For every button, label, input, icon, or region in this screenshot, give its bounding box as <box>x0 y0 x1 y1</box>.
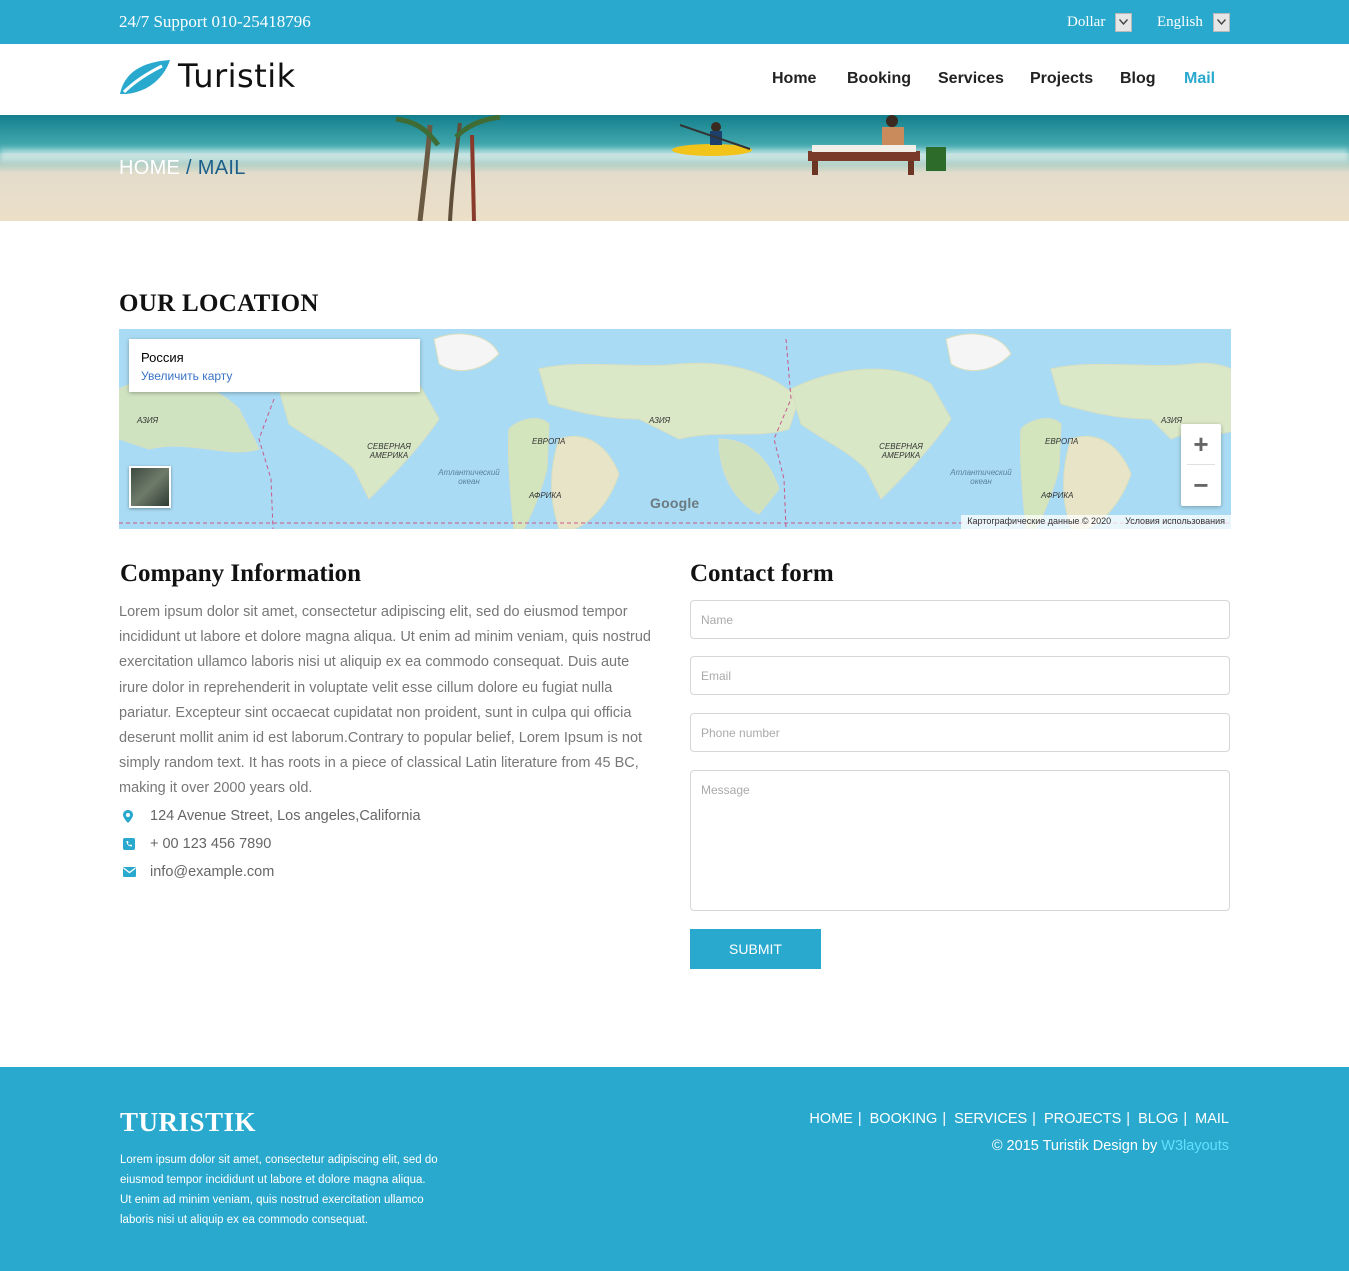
map-marker-icon <box>119 809 150 823</box>
map-terms-link[interactable]: Условия использования <box>1125 516 1225 528</box>
map-label-asia: АЗИЯ <box>137 416 159 425</box>
breadcrumb-separator: / <box>180 157 198 179</box>
map-label-africa: АФРИКА <box>1041 491 1074 500</box>
zoom-in-icon[interactable]: + <box>1181 424 1221 465</box>
currency-value: Dollar <box>1067 13 1106 30</box>
logo-text: Turistik <box>178 57 296 95</box>
map-label-europe: ЕВРОПА <box>532 437 566 446</box>
name-field[interactable] <box>690 600 1230 639</box>
submit-button[interactable]: SUBMIT <box>690 929 821 969</box>
zoom-out-icon[interactable]: − <box>1181 465 1221 506</box>
nav-booking[interactable]: Booking <box>847 70 911 88</box>
language-select[interactable]: English <box>1157 12 1230 32</box>
footer-nav-divider: | <box>1126 1111 1131 1127</box>
map-satellite-toggle[interactable] <box>129 466 171 508</box>
copyright: © 2015 Turistik Design by W3layouts <box>992 1138 1229 1154</box>
phone-row: + 00 123 456 7890 <box>119 836 271 852</box>
chevron-down-icon[interactable] <box>1212 12 1230 32</box>
phone-text: + 00 123 456 7890 <box>150 836 272 852</box>
email-text[interactable]: info@example.com <box>150 864 274 880</box>
google-logo: Google <box>650 495 700 511</box>
map-label-north-america: СЕВЕРНАЯ АМЕРИКА <box>879 442 923 460</box>
leaf-logo-icon <box>120 60 170 94</box>
email-row: info@example.com <box>119 864 274 880</box>
footer-nav-booking[interactable]: BOOKING <box>870 1111 938 1127</box>
breadcrumb-current: MAIL <box>197 157 246 179</box>
map-data-credit: Картографические данные © 2020 <box>967 516 1112 526</box>
address-row: 124 Avenue Street, Los angeles,Californi… <box>119 808 421 824</box>
language-value: English <box>1157 13 1203 30</box>
map-label-atlantic: Атлантический океан <box>438 468 500 486</box>
nav-home[interactable]: Home <box>772 70 816 88</box>
site-header: Turistik Home Booking Services Projects … <box>0 44 1349 115</box>
logo[interactable]: Turistik <box>118 56 296 96</box>
nav-services[interactable]: Services <box>938 70 1004 88</box>
envelope-icon <box>119 867 150 877</box>
footer-nav-services[interactable]: SERVICES <box>954 1111 1027 1127</box>
footer-nav: HOME | BOOKING | SERVICES | PROJECTS | BLOG |… <box>809 1111 1229 1127</box>
map-info-card: Россия Увеличить карту <box>129 339 420 392</box>
map-label-africa: АФРИКА <box>529 491 562 500</box>
hero-banner: HOME / MAIL <box>0 115 1349 221</box>
location-heading: OUR LOCATION <box>119 290 319 317</box>
contact-heading: Contact form <box>690 560 834 587</box>
nav-projects[interactable]: Projects <box>1030 70 1093 88</box>
address-text: 124 Avenue Street, Los angeles,Californi… <box>150 808 421 824</box>
map-attribution: Картографические данные © 2020 Условия и… <box>961 515 1231 529</box>
location-map[interactable]: АЗИЯ СЕВЕРНАЯ АМЕРИКА ЕВРОПА АЗИЯ Атлант… <box>119 329 1231 529</box>
footer-nav-blog[interactable]: BLOG <box>1138 1111 1178 1127</box>
map-zoom-controls: + − <box>1181 424 1221 506</box>
site-footer: TURISTIK Lorem ipsum dolor sit amet, con… <box>0 1067 1349 1271</box>
footer-nav-projects[interactable]: PROJECTS <box>1044 1111 1121 1127</box>
footer-text: Lorem ipsum dolor sit amet, consectetur … <box>120 1154 438 1226</box>
map-enlarge-link[interactable]: Увеличить карту <box>141 369 408 383</box>
company-heading: Company Information <box>120 560 361 587</box>
footer-nav-home[interactable]: HOME <box>809 1111 853 1127</box>
email-field[interactable] <box>690 656 1230 695</box>
nav-mail[interactable]: Mail <box>1184 70 1215 88</box>
footer-brand: TURISTIK <box>120 1107 257 1137</box>
support-phone: 24/7 Support 010-25418796 <box>119 12 311 31</box>
credit-link[interactable]: W3layouts <box>1161 1138 1229 1154</box>
message-field[interactable] <box>690 770 1230 911</box>
footer-nav-divider: | <box>857 1111 862 1127</box>
top-bar: 24/7 Support 010-25418796 Dollar English <box>0 0 1349 44</box>
map-label-asia: АЗИЯ <box>1161 416 1183 425</box>
map-place-title: Россия <box>141 350 184 365</box>
phone-field[interactable] <box>690 713 1230 752</box>
chevron-down-icon[interactable] <box>1115 12 1133 32</box>
footer-nav-divider: | <box>1032 1111 1036 1127</box>
currency-select[interactable]: Dollar <box>1067 12 1133 32</box>
zoom-divider <box>1187 464 1215 465</box>
footer-nav-mail[interactable]: MAIL <box>1195 1111 1229 1127</box>
phone-icon <box>119 838 150 850</box>
company-about: Lorem ipsum dolor sit amet, consectetur … <box>119 604 651 797</box>
map-label-asia: АЗИЯ <box>649 416 671 425</box>
breadcrumb-home[interactable]: HOME <box>119 157 180 179</box>
footer-nav-divider: | <box>1183 1111 1188 1127</box>
map-label-north-america: СЕВЕРНАЯ АМЕРИКА <box>367 442 411 460</box>
copyright-text: © 2015 Turistik Design by <box>991 1138 1162 1154</box>
map-label-europe: ЕВРОПА <box>1045 437 1079 446</box>
footer-nav-divider: | <box>942 1111 947 1127</box>
breadcrumb: HOME / MAIL <box>119 157 246 180</box>
map-label-atlantic: Атлантический океан <box>950 468 1012 486</box>
nav-blog[interactable]: Blog <box>1120 70 1156 88</box>
